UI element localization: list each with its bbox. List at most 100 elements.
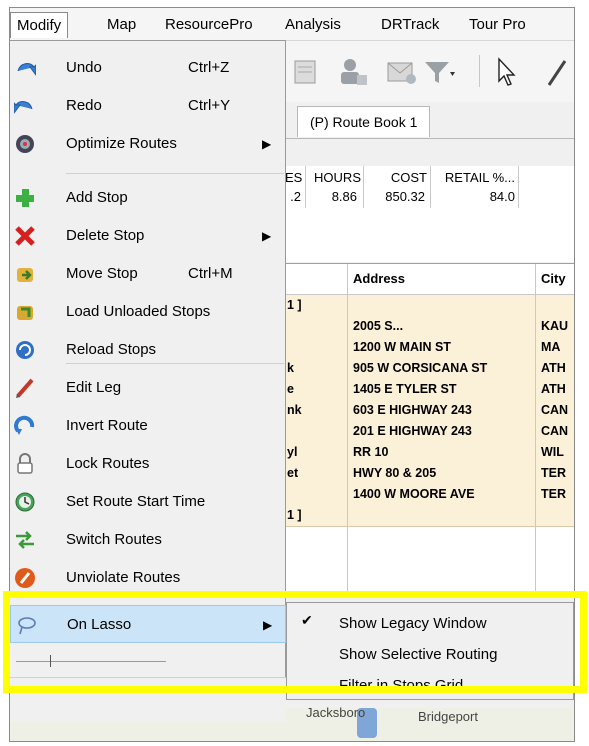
submenu-arrow-icon: ▶	[262, 137, 272, 151]
menu-item-shortcut: Ctrl+M	[188, 265, 233, 282]
submenu-arrow-icon: ▶	[263, 618, 273, 632]
menu-item-set-route-start-time[interactable]: Set Route Start Time	[10, 483, 286, 521]
table-cell: 1 ]	[287, 298, 302, 312]
menu-item-undo[interactable]: Undo Ctrl+Z	[10, 49, 286, 87]
table-cell: ATH	[541, 382, 566, 396]
table-cell: e	[287, 382, 294, 396]
menu-item-label: Move Stop	[66, 265, 138, 282]
menu-item-load-unloaded-stops[interactable]: Load Unloaded Stops	[10, 293, 286, 331]
table-row[interactable]: 201 E HIGHWAY 243 CAN	[285, 421, 574, 443]
stats-value: 8.86	[331, 189, 357, 204]
menu-separator	[66, 363, 284, 364]
menu-analysis[interactable]: Analysis	[285, 15, 341, 35]
driver-icon[interactable]	[337, 55, 371, 89]
col-city[interactable]: City	[541, 271, 566, 286]
menu-map[interactable]: Map	[107, 15, 136, 35]
menu-item-add-stop[interactable]: Add Stop	[10, 179, 286, 217]
menu-item-unviolate-routes[interactable]: Unviolate Routes	[10, 559, 286, 597]
table-row[interactable]: et HWY 80 & 205 TER	[285, 463, 574, 485]
toolbar-separator	[479, 55, 480, 87]
submenu-item-show-legacy-window[interactable]: ✔ Show Legacy Window	[287, 609, 574, 640]
table-cell: CAN	[541, 424, 569, 438]
lasso-icon	[18, 617, 36, 635]
search-icon[interactable]	[289, 55, 323, 89]
table-cell: 1 ]	[287, 508, 302, 522]
menu-item-label: Lock Routes	[66, 455, 150, 472]
optimize-icon	[16, 135, 34, 153]
menu-item-label: Invert Route	[66, 417, 148, 434]
tab-route-book[interactable]: (P) Route Book 1	[297, 106, 431, 137]
pointer-icon[interactable]	[491, 55, 525, 89]
menu-drtrack[interactable]: DRTrack	[381, 15, 439, 35]
table-row[interactable]: e 1405 E TYLER ST ATH	[285, 379, 574, 401]
stats-header: COST	[390, 170, 427, 185]
menu-item-optimize-routes[interactable]: Optimize Routes ▶	[10, 125, 286, 163]
delete-icon	[15, 226, 35, 246]
menu-resourcepro[interactable]: ResourcePro	[165, 15, 253, 35]
stats-header: RETAIL %...	[444, 170, 515, 185]
col-address[interactable]: Address	[353, 271, 405, 286]
table-row[interactable]: 1400 W MOORE AVE TER	[285, 484, 574, 506]
map-label-jacksboro: Jacksboro	[306, 705, 366, 720]
pencil-icon	[16, 378, 34, 398]
menu-item-label: Optimize Routes	[66, 135, 177, 152]
stats-value: .2	[290, 189, 301, 204]
table-cell: 1400 W MOORE AVE	[353, 487, 475, 501]
stats-header: ES	[285, 170, 303, 185]
table-cell: 905 W CORSICANA ST	[353, 361, 488, 375]
menu-item-lock-routes[interactable]: Lock Routes	[10, 445, 286, 483]
stats-value: 850.32	[385, 189, 425, 204]
menu-item-edit-leg[interactable]: Edit Leg	[10, 369, 286, 407]
submenu-item-filter-in-stops-grid[interactable]: Filter in Stops Grid	[287, 671, 574, 702]
menu-footer	[10, 677, 286, 722]
menu-separator	[66, 173, 284, 174]
grid-header: Address City	[285, 264, 574, 295]
table-cell: k	[287, 361, 294, 375]
table-row[interactable]: nk 603 E HIGHWAY 243 CAN	[285, 400, 574, 422]
menu-item-move-stop[interactable]: Move Stop Ctrl+M	[10, 255, 286, 293]
pan-icon[interactable]	[543, 55, 575, 89]
menu-item-label: Delete Stop	[66, 227, 145, 244]
submenu-arrow-icon: ▶	[262, 229, 272, 243]
toolbar	[285, 41, 575, 103]
table-cell: ATH	[541, 361, 566, 375]
tab-row: (P) Route Book 1	[285, 102, 574, 139]
submenu-item-label: Show Legacy Window	[339, 615, 487, 632]
checkmark-icon: ✔	[301, 612, 313, 628]
menu-item-invert-route[interactable]: Invert Route	[10, 407, 286, 445]
table-cell: MA	[541, 340, 561, 354]
table-cell: TER	[541, 487, 566, 501]
table-cell: 1405 E TYLER ST	[353, 382, 457, 396]
resize-handle[interactable]	[50, 655, 51, 667]
menu-item-label: Reload Stops	[66, 341, 157, 358]
invert-icon	[14, 415, 35, 435]
table-cell: WIL	[541, 445, 564, 459]
stops-grid[interactable]: Address City 1 ] 2005 S... KAU 1200 W MAIN …	[285, 263, 574, 594]
menu-item-shortcut: Ctrl+Y	[188, 97, 231, 114]
table-row[interactable]: 1 ]	[285, 295, 574, 317]
table-cell: 603 E HIGHWAY 243	[353, 403, 472, 417]
undo-icon	[17, 63, 36, 76]
table-cell: KAU	[541, 319, 569, 333]
clock-icon	[15, 492, 35, 512]
table-cell: 1200 W MAIN ST	[353, 340, 451, 354]
menu-item-delete-stop[interactable]: Delete Stop ▶	[10, 217, 286, 255]
submenu-item-show-selective-routing[interactable]: Show Selective Routing	[287, 640, 574, 671]
menu-modify[interactable]: Modify	[10, 12, 69, 38]
menu-item-switch-routes[interactable]: Switch Routes	[10, 521, 286, 559]
table-row[interactable]: 1 ]	[285, 505, 574, 527]
lock-icon	[17, 453, 33, 474]
menu-item-label: Unviolate Routes	[66, 569, 181, 586]
table-row[interactable]: 2005 S... KAU	[285, 316, 574, 338]
menu-item-redo[interactable]: Redo Ctrl+Y	[10, 87, 286, 125]
email-icon[interactable]	[385, 55, 419, 89]
stats-header: HOURS	[314, 170, 361, 185]
route-stats: ES HOURS COST RETAIL %... .2 8.86 850.32…	[285, 166, 574, 209]
table-row[interactable]: k 905 W CORSICANA ST ATH	[285, 358, 574, 380]
table-row[interactable]: 1200 W MAIN ST MA	[285, 337, 574, 359]
table-row[interactable]: yl RR 10 WIL	[285, 442, 574, 464]
menu-item-on-lasso[interactable]: On Lasso ▶	[10, 605, 286, 643]
filter-icon[interactable]	[421, 55, 455, 89]
move-icon	[17, 268, 33, 282]
menu-tourpro[interactable]: Tour Pro	[469, 15, 526, 35]
